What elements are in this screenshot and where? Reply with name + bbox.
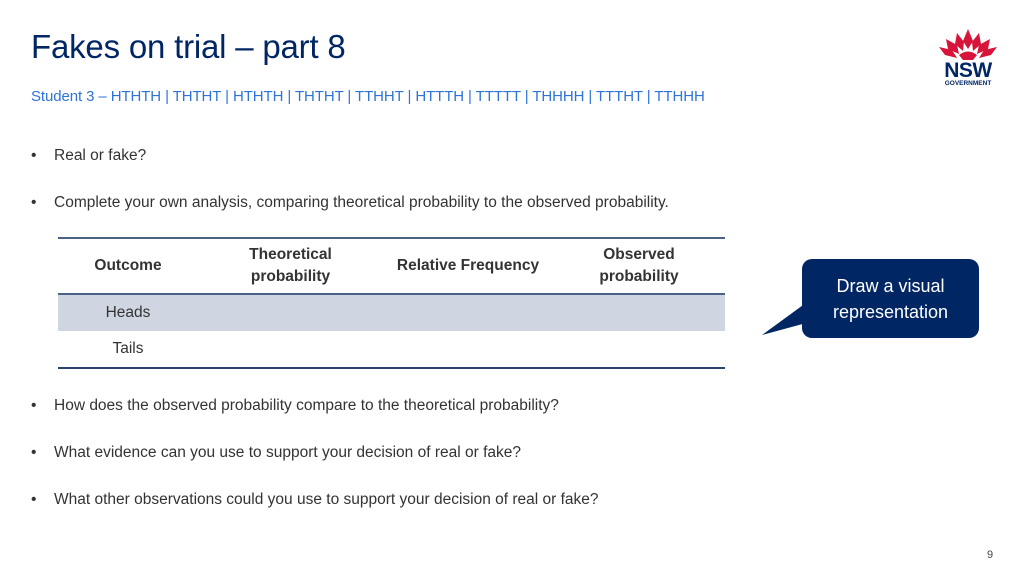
bullet-text: How does the observed probability compar…: [54, 397, 559, 414]
bullet-compare-question: • How does the observed probability compa…: [31, 397, 559, 415]
callout-line-1: Draw a visual: [836, 276, 945, 296]
bullet-text: Real or fake?: [54, 147, 147, 164]
waratah-icon: [939, 29, 997, 60]
header-theoretical-probability: Theoretical probability: [198, 237, 383, 295]
cell-relative[interactable]: [383, 331, 553, 369]
page-number: 9: [987, 549, 994, 561]
bullet-other-observations-question: • What other observations could you use t…: [31, 491, 599, 509]
bullet-dot-icon: •: [31, 147, 37, 164]
bullet-real-or-fake: • Real or fake?: [31, 147, 146, 165]
student-results-subtitle: Student 3 – HTHTH | THTHT | HTHTH | THTH…: [31, 88, 705, 105]
cell-theoretical[interactable]: [198, 294, 383, 331]
bullet-text: What evidence can you use to support you…: [54, 444, 521, 461]
bullet-evidence-question: • What evidence can you use to support yo…: [31, 444, 521, 462]
bullet-dot-icon: •: [31, 194, 37, 211]
header-outcome: Outcome: [58, 237, 198, 295]
callout-line-2: representation: [832, 302, 949, 322]
probability-table: Outcome Theoretical probability Relative …: [58, 237, 725, 369]
cell-theoretical[interactable]: [198, 331, 383, 369]
table-header-row: Outcome Theoretical probability Relative …: [58, 237, 725, 295]
bullet-dot-icon: •: [31, 491, 37, 508]
header-relative-frequency: Relative Frequency: [383, 237, 553, 295]
cell-observed[interactable]: [553, 294, 725, 331]
bullet-text: What other observations could you use to…: [54, 491, 599, 508]
cell-outcome: Heads: [58, 294, 198, 331]
table-row-heads: Heads: [58, 294, 725, 331]
logo-subtext: GOVERNMENT: [944, 80, 992, 87]
cell-observed[interactable]: [553, 331, 725, 369]
bullet-complete-analysis: • Complete your own analysis, comparing t…: [31, 194, 669, 212]
header-observed-probability: Observed probability: [553, 237, 725, 295]
cell-outcome: Tails: [58, 331, 198, 369]
bullet-dot-icon: •: [31, 444, 37, 461]
callout-draw-visual: Draw a visual representation: [802, 259, 979, 338]
bullet-text: Complete your own analysis, comparing th…: [54, 194, 669, 211]
nsw-government-logo: NSW GOVERNMENT: [937, 27, 999, 91]
bullet-dot-icon: •: [31, 397, 37, 414]
table-row-tails: Tails: [58, 331, 725, 369]
cell-relative[interactable]: [383, 294, 553, 331]
logo-wordmark: NSW: [944, 59, 992, 82]
page-title: Fakes on trial – part 8: [31, 28, 346, 65]
